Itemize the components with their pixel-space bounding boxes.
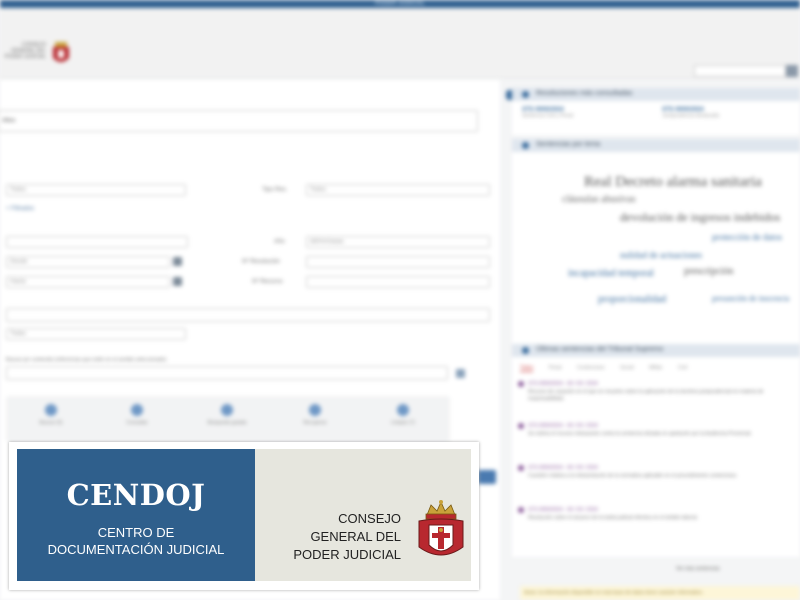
top-stripe-title: PODER JUDICIAL — [375, 1, 425, 7]
recover-icon — [309, 404, 321, 416]
bullet-icon — [518, 381, 524, 387]
section-select[interactable]: Todas — [6, 328, 186, 340]
news-tabs: Todos Penal Contencioso Social Militar C… — [520, 365, 701, 372]
cloud-word[interactable]: cláusulas abusivas — [562, 194, 636, 205]
toolbar-recover-button[interactable]: Recuperar — [290, 404, 340, 426]
tag-icon[interactable] — [456, 369, 465, 378]
right-column: Resoluciones más consultadas STS 0000/20… — [512, 88, 800, 600]
banner-title: CENDOJ — [66, 478, 206, 512]
news-item[interactable]: STS 0000/2024 - 00 / 00 / 2024 Recurso d… — [518, 381, 798, 403]
cloud-word[interactable]: Real Decreto alarma sanitaria — [584, 174, 762, 191]
search-icon[interactable] — [786, 65, 798, 77]
toolbar-clear-button[interactable]: Limpiar (7) — [378, 404, 428, 426]
tab-civil[interactable]: Civil — [678, 365, 687, 371]
bullet-icon — [518, 423, 524, 429]
ecli-input[interactable] — [6, 308, 490, 322]
date-from-input[interactable]: Desde — [6, 256, 170, 268]
resolution-number-input[interactable] — [306, 256, 490, 268]
tab-penal[interactable]: Penal — [549, 365, 562, 371]
appeal-number-input[interactable] — [306, 276, 490, 288]
calendar-icon[interactable] — [173, 277, 182, 286]
cendoj-logo-block: CENDOJ CENTRO DE DOCUMENTACIÓN JUDICIAL — [17, 449, 255, 581]
topics-cloud: Real Decreto alarma sanitaria cláusulas … — [512, 152, 800, 344]
content-search-label: Buscar por contenido (referencias que es… — [6, 357, 167, 363]
news-item[interactable]: STS 0000/2024 - 00 / 00 / 2024 Cuestión … — [518, 465, 798, 480]
news-item[interactable]: STS 0000/2024 - 00 / 00 / 2024 Resolució… — [518, 507, 798, 522]
cloud-word[interactable]: presunción de inocencia — [712, 294, 789, 303]
content-search-input[interactable] — [6, 366, 448, 380]
appeal-number-label: Nº Recurso — [252, 279, 283, 285]
toolbar-search-button[interactable]: Buscar (5) — [26, 404, 76, 426]
free-search-input[interactable]: Altos — [0, 110, 478, 132]
resolution-type-select[interactable]: Todos — [306, 184, 490, 196]
tab-social[interactable]: Social — [620, 365, 634, 371]
jurisdiction-select[interactable]: Todos — [6, 184, 186, 196]
org-line3: PODER JUDICIAL — [293, 547, 401, 562]
bullet-icon — [518, 507, 524, 513]
notice-bar: Aviso: la información disponible en esta… — [520, 586, 800, 600]
cloud-word[interactable]: devolución de ingresos indebidos — [620, 210, 780, 225]
recent-item[interactable]: STS 0000/2024 Sentencia Civil y Penal — [522, 107, 573, 119]
go-button[interactable] — [478, 470, 496, 484]
cendoj-banner: CENDOJ CENTRO DE DOCUMENTACIÓN JUDICIAL … — [9, 442, 479, 590]
header-search-input[interactable] — [694, 65, 786, 77]
cloud-word[interactable]: prescripción — [684, 266, 733, 277]
clear-icon — [397, 404, 409, 416]
tab-militar[interactable]: Militar — [649, 365, 662, 371]
consult-icon — [131, 404, 143, 416]
cloud-word[interactable]: nulidad de actuaciones — [620, 250, 702, 260]
search-icon — [45, 404, 57, 416]
header-logo-text: CONSEJO GENERAL DEL PODER JUDICIAL — [4, 42, 46, 60]
bullet-icon — [518, 465, 524, 471]
calendar-icon[interactable] — [173, 257, 182, 266]
org-line2: GENERAL DEL — [310, 529, 401, 544]
recent-panel: STS 0000/2024 Sentencia Civil y Penal ST… — [512, 101, 800, 135]
crest-icon — [418, 500, 464, 556]
news-panel: Todos Penal Contencioso Social Militar C… — [512, 357, 800, 557]
resolution-type-label: Tipo Res. — [262, 187, 288, 193]
cloud-word[interactable]: proporcionalidad — [598, 294, 666, 305]
cgpj-logo-block: CONSEJO GENERAL DEL PODER JUDICIAL — [255, 449, 471, 581]
more-sentences-link[interactable]: Ver más sentencias — [676, 566, 720, 572]
header-crest-icon — [53, 42, 69, 62]
news-panel-header: Últimas sentencias del Tribunal Supremo — [512, 344, 800, 357]
banner-subtitle-line1: CENTRO DE — [97, 525, 175, 540]
panel-icon — [522, 347, 529, 354]
tab-all[interactable]: Todos — [520, 365, 534, 372]
resolution-number-label: Nº Resolución — [242, 259, 280, 265]
site-header: CONSEJO GENERAL DEL PODER JUDICIAL — [0, 8, 800, 78]
cgpj-name: CONSEJO GENERAL DEL PODER JUDICIAL — [293, 510, 401, 564]
year-input[interactable]: dd/mm/aaaa — [306, 236, 490, 248]
court-input[interactable] — [6, 236, 188, 248]
panel-icon — [522, 91, 529, 98]
action-toolbar: Buscar (5) Consultar Búsqueda guiada Rec… — [6, 396, 450, 442]
top-stripe: PODER JUDICIAL — [0, 0, 800, 8]
cloud-word[interactable]: protección de datos — [712, 232, 782, 242]
tab-contencioso[interactable]: Contencioso — [577, 365, 605, 371]
year-label: Año — [274, 239, 285, 245]
banner-subtitle-line2: DOCUMENTACIÓN JUDICIAL — [47, 542, 225, 557]
toolbar-guided-button[interactable]: Búsqueda guiada — [202, 404, 252, 426]
topics-panel-header: Sentencias por tema — [512, 139, 800, 152]
date-to-input[interactable]: Hasta — [6, 276, 170, 288]
cloud-word[interactable]: incapacidad temporal — [568, 268, 654, 279]
guided-icon — [221, 404, 233, 416]
recent-panel-header: Resoluciones más consultadas — [512, 88, 800, 101]
panel-icon — [522, 142, 529, 149]
news-item[interactable]: STS 0000/2024 - 00 / 00 / 2024 Se estima… — [518, 423, 798, 438]
filters-checkbox[interactable]: + Filtrados — [6, 206, 34, 212]
recent-item[interactable]: STS 0000/2024 Jurisprudencia destacada — [662, 107, 719, 119]
org-line1: CONSEJO — [338, 511, 401, 526]
toolbar-consult-button[interactable]: Consultar — [112, 404, 162, 426]
